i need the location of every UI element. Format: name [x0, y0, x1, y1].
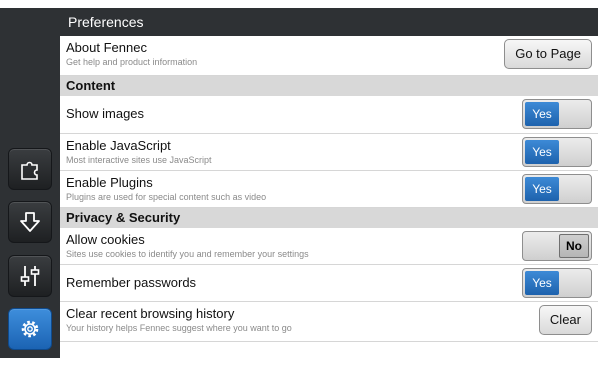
show-images-toggle[interactable]: Yes [522, 99, 592, 129]
history-desc: Your history helps Fennec suggest where … [66, 323, 292, 333]
plugins-toggle[interactable]: Yes [522, 174, 592, 204]
history-row: Clear recent browsing history Your histo… [60, 302, 598, 342]
passwords-toggle[interactable]: Yes [522, 268, 592, 298]
show-images-row: Show images Yes [60, 96, 598, 134]
clear-history-button[interactable]: Clear [538, 305, 592, 335]
addons-button[interactable] [8, 148, 52, 190]
passwords-title: Remember passwords [66, 275, 197, 290]
cookies-title: Allow cookies [66, 232, 145, 247]
show-images-title: Show images [66, 106, 145, 121]
passwords-row: Remember passwords Yes [60, 265, 598, 302]
about-row: About Fennec Get help and product inform… [60, 36, 598, 76]
toggle-on-label: Yes [525, 177, 559, 201]
content-section-header: Content [60, 76, 598, 96]
history-title: Clear recent browsing history [66, 306, 235, 321]
privacy-section-header: Privacy & Security [60, 208, 598, 228]
puzzle-icon [21, 161, 38, 180]
plugins-desc: Plugins are used for special content suc… [66, 192, 267, 202]
toggle-on-label: Yes [525, 140, 559, 164]
download-icon [20, 212, 40, 232]
downloads-button[interactable] [8, 201, 52, 243]
plugins-title: Enable Plugins [66, 175, 153, 190]
gear-icon [21, 320, 39, 338]
go-to-page-button[interactable]: Go to Page [504, 39, 592, 69]
javascript-desc: Most interactive sites use JavaScript [66, 155, 212, 165]
cookies-toggle[interactable]: No [522, 231, 592, 261]
sidebar [0, 8, 60, 358]
toggle-on-label: Yes [525, 102, 559, 126]
toggle-off-label: No [559, 234, 589, 258]
page-title: Preferences [60, 8, 598, 36]
cookies-row: Allow cookies Sites use cookies to ident… [60, 228, 598, 265]
javascript-title: Enable JavaScript [66, 138, 171, 153]
javascript-toggle[interactable]: Yes [522, 137, 592, 167]
cookies-desc: Sites use cookies to identify you and re… [66, 249, 309, 259]
settings-sliders-button[interactable] [8, 255, 52, 297]
plugins-row: Enable Plugins Plugins are used for spec… [60, 171, 598, 208]
javascript-row: Enable JavaScript Most interactive sites… [60, 134, 598, 171]
sliders-icon [20, 266, 40, 286]
preferences-list: About Fennec Get help and product inform… [60, 36, 598, 358]
preferences-button[interactable] [8, 308, 52, 350]
toggle-on-label: Yes [525, 271, 559, 295]
